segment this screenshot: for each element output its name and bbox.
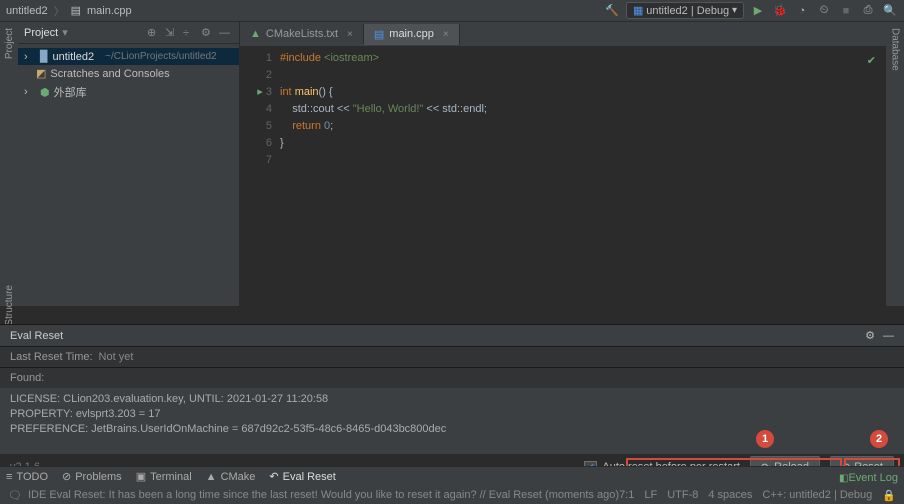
stop-button[interactable]: ■: [838, 3, 854, 19]
tree-root[interactable]: › ▉ untitled2 ~/CLionProjects/untitled2: [18, 48, 239, 65]
check-icon: ✔: [867, 54, 876, 67]
file-icon: ▤: [71, 4, 81, 17]
cmake-icon: ▲: [250, 28, 261, 40]
cpp-icon: ▤: [374, 28, 384, 41]
run-button[interactable]: ▶: [750, 3, 766, 19]
line-sep[interactable]: LF: [644, 489, 657, 501]
close-icon[interactable]: ×: [443, 29, 449, 40]
rail-project[interactable]: Project: [4, 28, 15, 59]
collapse-icon[interactable]: ÷: [183, 27, 197, 39]
run-config-select[interactable]: ▦ untitled2 | Debug ▾: [626, 2, 744, 19]
hide-icon[interactable]: —: [219, 27, 233, 39]
last-reset-label: Last Reset Time:: [10, 351, 93, 363]
breadcrumb-project[interactable]: untitled2: [6, 5, 48, 17]
git-icon[interactable]: ⎙: [860, 3, 876, 19]
search-icon[interactable]: 🔍: [882, 3, 898, 19]
bottom-tab-cmake[interactable]: ▲CMake: [206, 471, 256, 483]
lock-icon[interactable]: 🔒: [882, 489, 896, 502]
rail-database[interactable]: Database: [890, 28, 901, 71]
bottom-tab-problems[interactable]: ⊘Problems: [62, 470, 122, 483]
hide-icon[interactable]: —: [883, 330, 894, 342]
context[interactable]: C++: untitled2 | Debug: [762, 489, 872, 501]
callout-1: 1: [756, 430, 774, 448]
expand-icon[interactable]: ⇲: [165, 26, 179, 39]
breadcrumb-file[interactable]: main.cpp: [87, 5, 132, 17]
tree-external[interactable]: › ⬢ 外部库: [18, 82, 239, 102]
debug-button[interactable]: 🐞: [772, 3, 788, 19]
tab-main-cpp[interactable]: ▤ main.cpp×: [364, 24, 460, 45]
bottom-tab-eval[interactable]: ↶Eval Reset: [269, 470, 335, 483]
msg-icon: 🗨: [8, 489, 22, 502]
profile-icon[interactable]: ⏲: [816, 3, 832, 19]
last-reset-value: Not yet: [99, 351, 134, 363]
chevron-down-icon[interactable]: ▾: [62, 26, 76, 39]
terminal-icon: ▣: [136, 470, 146, 483]
build-icon[interactable]: 🔨: [604, 3, 620, 19]
gear-icon[interactable]: ⚙: [865, 329, 875, 342]
indent[interactable]: 4 spaces: [708, 489, 752, 501]
cmake-icon: ▲: [206, 471, 217, 483]
todo-icon: ≡: [6, 471, 12, 483]
locate-icon[interactable]: ⊕: [147, 26, 161, 39]
chevron-right-icon: ›: [24, 86, 36, 98]
line-gutter: 12 ▸ 3 45 67: [240, 46, 280, 306]
bottom-tab-todo[interactable]: ≡TODO: [6, 471, 48, 483]
close-icon[interactable]: ×: [347, 29, 353, 40]
gear-icon[interactable]: ⚙: [201, 26, 215, 39]
folder-icon: ▉: [40, 50, 48, 63]
project-panel-title: Project: [24, 27, 58, 39]
bottom-tab-terminal[interactable]: ▣Terminal: [136, 470, 192, 483]
scratch-icon: ◩: [36, 67, 46, 80]
encoding[interactable]: UTF-8: [667, 489, 698, 501]
rail-structure[interactable]: Structure: [4, 285, 15, 326]
tab-cmakelists[interactable]: ▲ CMakeLists.txt×: [240, 24, 364, 44]
cursor-pos: 7:1: [619, 489, 634, 501]
status-message: IDE Eval Reset: It has been a long time …: [28, 489, 619, 501]
reset-icon: ↶: [269, 470, 278, 483]
panel-title: Eval Reset: [10, 330, 63, 342]
lib-icon: ⬢: [40, 86, 50, 99]
chevron-right-icon: ›: [24, 51, 36, 63]
event-log-link[interactable]: ◧ Event Log: [839, 472, 898, 484]
coverage-icon[interactable]: ◔: [794, 3, 810, 19]
code-area[interactable]: #include <iostream> int main() { std::co…: [280, 46, 487, 306]
found-label: Found:: [10, 372, 44, 384]
callout-2: 2: [870, 430, 888, 448]
tree-scratches[interactable]: ◩ Scratches and Consoles: [18, 65, 239, 82]
warning-icon: ⊘: [62, 470, 71, 483]
